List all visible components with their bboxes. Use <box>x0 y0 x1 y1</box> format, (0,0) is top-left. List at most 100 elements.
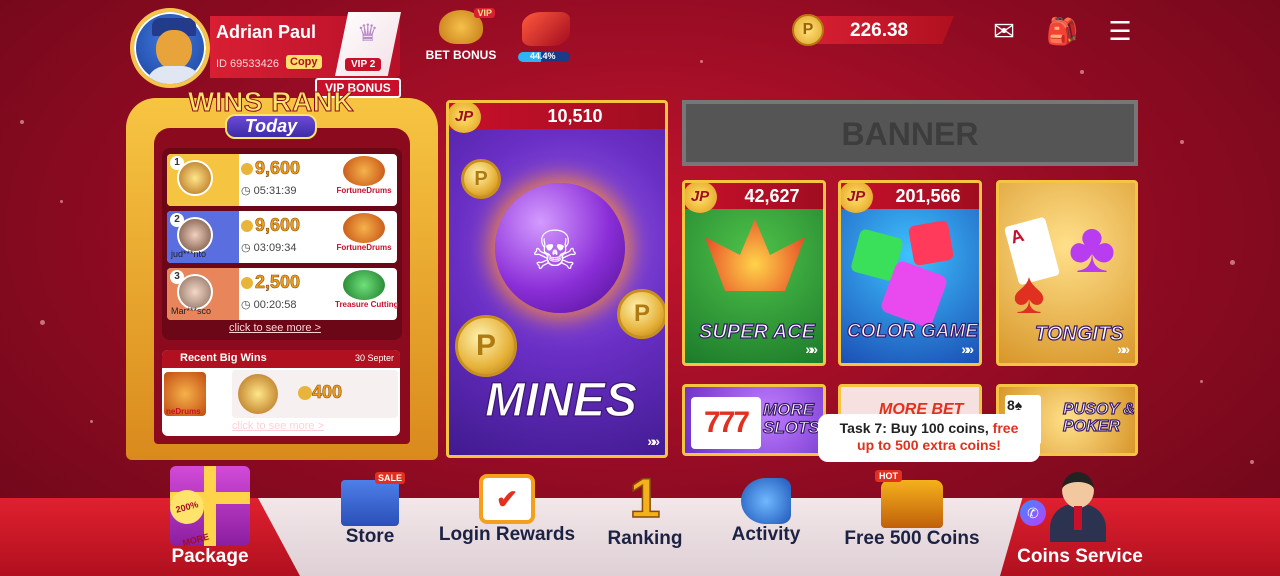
bet-bonus-icon: VIP <box>439 8 495 44</box>
game-name: MINES <box>484 373 638 427</box>
coin-icon: P <box>792 14 824 46</box>
store-icon: SALE <box>341 472 405 526</box>
customer-service-agent-icon[interactable] <box>1050 472 1106 542</box>
nav-login-rewards-label: Login Rewards <box>438 524 576 545</box>
jackpot-bar: JP 10,510 <box>449 103 665 133</box>
nav-free-coins[interactable]: HOT Free 500 Coins <box>834 470 990 550</box>
rank-game[interactable]: FortuneDrums <box>335 213 393 259</box>
rank-game[interactable]: Treasure Cutting <box>335 270 399 316</box>
messenger-icon[interactable]: ✆ <box>1020 500 1046 526</box>
nav-store-label: Store <box>345 526 395 547</box>
backpack-icon[interactable]: 🎒 <box>1046 16 1078 46</box>
nav-package-label: Package <box>171 546 249 567</box>
nav-activity-label: Activity <box>731 524 801 545</box>
jackpot-value: 201,566 <box>895 186 961 206</box>
profile-panel[interactable]: Adrian Paul ID 69533426 Copy ♛ VIP 2 VIP… <box>130 8 405 98</box>
bet-bonus-label: BET BONUS <box>425 48 497 62</box>
rank-game[interactable]: FortuneDrums <box>335 156 393 202</box>
game-name: TONGITS <box>1034 322 1124 345</box>
wins-rank-title: WINS RANK Today <box>176 86 366 139</box>
coin-icon <box>241 163 253 176</box>
menu-icon[interactable]: ☰ <box>1104 16 1136 46</box>
game-tile-color-game[interactable]: JP 201,566 COLOR GAME »» <box>838 180 982 366</box>
game-name: COLOR GAME <box>846 320 978 342</box>
balance-value: 226.38 <box>850 20 909 41</box>
arrow-icon: »» <box>1117 341 1129 357</box>
rank-time: 03:09:34 <box>253 242 297 254</box>
coin-icon <box>241 220 253 233</box>
spade-icon: ♠ <box>1013 259 1045 326</box>
game-thumbnail <box>343 213 385 243</box>
rank-row-3[interactable]: 3 Mar***sco 2,500 ◷ 00:20:58 Treasure Cu… <box>167 268 399 320</box>
recent-see-more-link[interactable]: click to see more > <box>232 420 324 432</box>
nav-coins-service[interactable]: Coins Service <box>1008 546 1152 568</box>
rank-row-1[interactable]: 1 9,600 ◷ 05:31:39 FortuneDrums <box>167 154 397 206</box>
promo-banner[interactable]: BANNER <box>682 100 1138 166</box>
dice-icon <box>907 219 955 267</box>
rank-row-2[interactable]: 2 jud***nto 9,600 ◷ 03:09:34 FortuneDrum… <box>167 211 397 263</box>
rank-amount: 9,600 <box>255 158 301 179</box>
game-tile-mines[interactable]: JP 10,510 P ☠ P P MINES »» <box>446 100 668 458</box>
rank-time: 00:20:58 <box>253 299 297 311</box>
game-name: SUPER ACE <box>698 320 815 343</box>
coin-icon: P <box>617 289 665 339</box>
nav-activity[interactable]: Activity <box>722 478 810 546</box>
avatar[interactable] <box>130 8 210 88</box>
progress-text: 44.4% <box>530 51 556 61</box>
coin-balance[interactable]: P 226.38 <box>792 14 954 46</box>
jackpot-icon: JP <box>685 183 717 213</box>
nav-store[interactable]: SALE Store <box>330 472 410 548</box>
nav-ranking-label: Ranking <box>607 528 683 549</box>
nav-free-coins-label: Free 500 Coins <box>844 528 980 549</box>
see-more-link[interactable]: click to see more > <box>229 322 321 334</box>
jackpot-value: 42,627 <box>744 186 800 206</box>
game-thumbnail <box>343 270 385 300</box>
jackpot-icon: JP <box>841 183 873 213</box>
game-name: PUSOY & POKER <box>1062 400 1135 435</box>
calendar-icon: ✔ <box>479 474 535 524</box>
rank-amount: 9,600 <box>255 215 301 236</box>
rank-amount: 2,500 <box>255 272 301 293</box>
rank-list: 1 9,600 ◷ 05:31:39 FortuneDrums 2 jud***… <box>162 148 402 340</box>
game-thumbnail <box>343 156 385 186</box>
coin-icon <box>241 277 253 290</box>
coin-icon: P <box>461 159 501 199</box>
motorcycle-event-button[interactable]: 44.4% <box>516 12 578 64</box>
coin-icon: P <box>455 315 517 377</box>
wins-rank-subtitle: Today <box>224 114 318 139</box>
rank-time: 05:31:39 <box>253 185 297 197</box>
vip-level: VIP 2 <box>345 58 382 71</box>
game-tile-tongits[interactable]: A ♣ ♠ TONGITS »» <box>996 180 1138 366</box>
user-name: Adrian Paul <box>216 22 317 42</box>
task-tooltip[interactable]: Task 7: Buy 100 coins, free up to 500 ex… <box>818 414 1040 462</box>
jackpot-bar: JP 42,627 <box>685 183 823 213</box>
game-thumbnail[interactable]: neDrums <box>164 372 206 416</box>
arrow-icon: »» <box>805 341 817 357</box>
recent-date: 30 Septer <box>354 353 394 363</box>
megaphone-icon <box>741 478 791 524</box>
jackpot-bar: JP 201,566 <box>841 183 979 213</box>
recent-win-card[interactable]: 400 <box>232 370 398 418</box>
nav-login-rewards[interactable]: ✔ Login Rewards <box>430 474 584 546</box>
copy-id-button[interactable]: Copy <box>286 55 322 69</box>
slot-reel-icon: 777 <box>691 397 761 449</box>
rank-number: 1 <box>170 156 184 170</box>
tooltip-highlight-2: up to 500 extra coins! <box>857 437 1001 453</box>
game-tile-more-slots[interactable]: 777 MORE SLOTS <box>682 384 826 456</box>
rank-number: 3 <box>170 270 184 284</box>
game-tile-super-ace[interactable]: JP 42,627 SUPER ACE »» <box>682 180 826 366</box>
recent-title: Recent Big Wins <box>180 352 267 364</box>
skull-icon: ☠ <box>530 221 580 281</box>
mail-icon[interactable]: ✉ <box>988 16 1020 46</box>
banner-text: BANNER <box>841 116 979 152</box>
jester-hat-icon <box>705 219 805 291</box>
bet-bonus-button[interactable]: VIP BET BONUS <box>422 8 500 66</box>
treasure-chest-icon: HOT <box>875 470 943 528</box>
motorcycle-icon <box>522 12 570 46</box>
user-id: ID 69533426 <box>216 58 279 70</box>
arrow-icon: »» <box>647 433 659 449</box>
tooltip-highlight: free <box>992 420 1019 436</box>
nav-ranking[interactable]: 1 Ranking <box>600 469 690 550</box>
rank-user: Mar***sco <box>171 306 212 316</box>
jackpot-value: 10,510 <box>547 106 603 126</box>
